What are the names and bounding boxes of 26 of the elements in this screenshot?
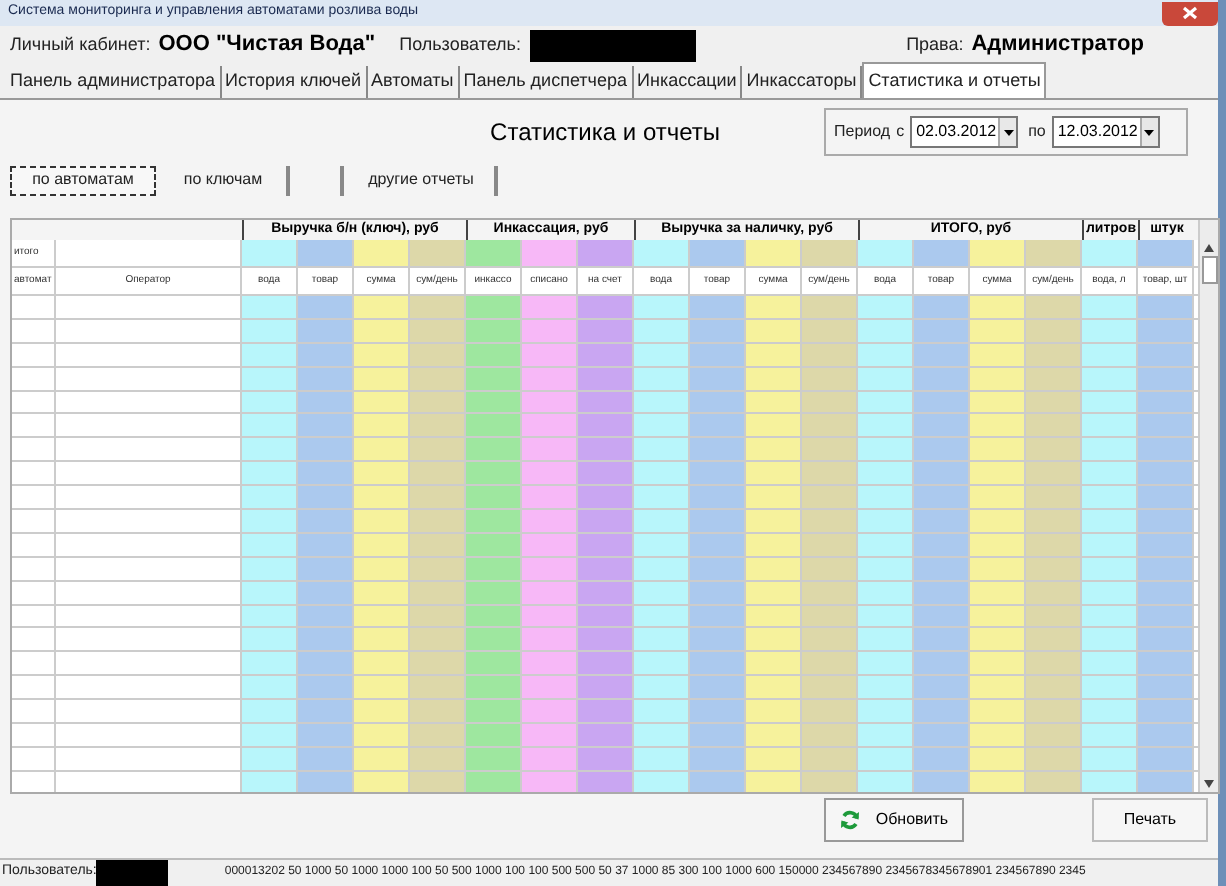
tab[interactable]: Автоматы (367, 66, 460, 98)
company-name: ООО "Чистая Вода" (158, 30, 376, 61)
page-title: Статистика и отчеты (490, 116, 720, 150)
period-label: Период (834, 120, 891, 144)
tab[interactable]: Панель диспетчера (459, 66, 633, 98)
refresh-icon (839, 810, 860, 830)
tab[interactable]: Панель администратора (6, 66, 222, 98)
date-dropdown[interactable]: 02.03.2012 (910, 116, 1019, 148)
date-dropdown[interactable]: 12.03.2012 (1051, 116, 1160, 148)
from-label: с (896, 120, 905, 144)
tab[interactable]: Инкассации (633, 66, 743, 98)
cabinet-label: Личный кабинет: (10, 31, 151, 58)
close-icon (1182, 6, 1198, 20)
subtab[interactable]: по ключам (160, 165, 290, 195)
print-button[interactable]: Печать (1092, 798, 1208, 842)
subtab[interactable]: по автоматам (10, 165, 156, 195)
refresh-button[interactable]: Обновить (824, 798, 964, 842)
rights-label: Права: (906, 31, 964, 58)
user-label: Пользователь: (399, 31, 521, 58)
to-label: по (1028, 120, 1046, 144)
rights-value: Администратор (971, 30, 1144, 61)
redacted-block (96, 860, 169, 886)
tab[interactable]: История ключей (221, 66, 368, 98)
close-button[interactable] (1162, 1, 1218, 25)
tab[interactable]: Статистика и отчеты (862, 62, 1047, 98)
subtab[interactable]: другие отчеты (348, 165, 498, 195)
